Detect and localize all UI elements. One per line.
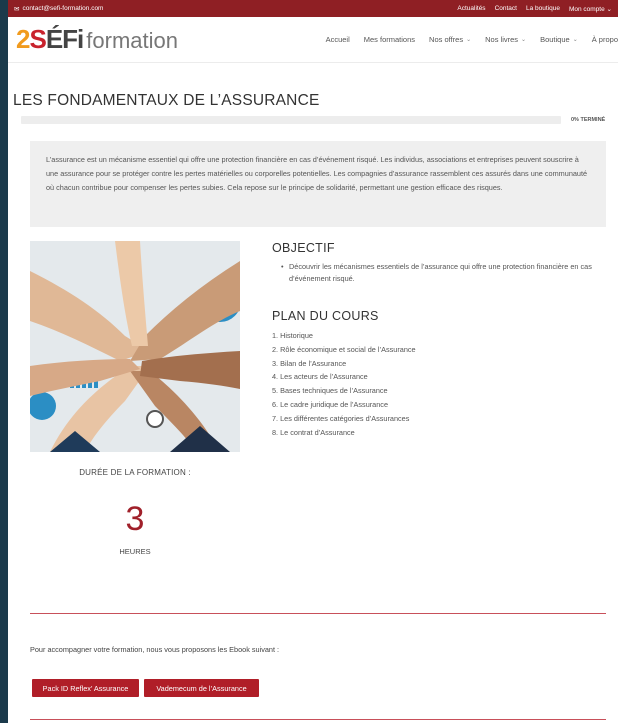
nav-accueil[interactable]: Accueil <box>326 35 350 44</box>
plan-item: 8. Le contrat d’Assurance <box>272 427 355 437</box>
logo-word: formation <box>86 28 178 53</box>
top-links: Actualités Contact La boutique Mon compt… <box>457 5 612 13</box>
logo-mark: 2SÉFi <box>16 24 84 55</box>
progress-track <box>21 115 561 124</box>
hands-together-image <box>30 241 240 452</box>
logo-mark-efi: ÉFi <box>45 24 84 54</box>
nav-nos-offres-label: Nos offres <box>429 35 464 44</box>
site-logo[interactable]: 2SÉFi formation <box>16 24 178 55</box>
chevron-down-icon: ⌄ <box>572 37 578 43</box>
ebook-button-vademecum[interactable]: Vademecum de l’Assurance <box>144 679 259 697</box>
chevron-down-icon: ⌄ <box>466 37 472 43</box>
page-title: LES FONDAMENTAUX DE L’ASSURANCE <box>13 92 320 109</box>
nav-boutique[interactable]: Boutique ⌄ <box>540 35 578 44</box>
logo-mark-2: 2 <box>16 24 31 54</box>
contact-email-link[interactable]: ✉ contact@sefi-formation.com <box>14 5 103 13</box>
plan-title: PLAN DU COURS <box>272 309 379 323</box>
nav-nos-livres[interactable]: Nos livres ⌄ <box>485 35 526 44</box>
divider <box>30 719 606 720</box>
duration-unit: HEURES <box>119 547 151 556</box>
intro-box: L’assurance est un mécanisme essentiel q… <box>30 141 606 227</box>
logo-mark-s: S <box>29 24 46 54</box>
plan-section: PLAN DU COURS 1. Historique 2. Rôle écon… <box>272 309 612 439</box>
chevron-down-icon: ⌄ <box>606 5 612 13</box>
ebook-intro: Pour accompagner votre formation, nous v… <box>30 645 280 654</box>
envelope-icon: ✉ <box>14 5 20 13</box>
top-link-mon-compte[interactable]: Mon compte ⌄ <box>569 5 612 13</box>
divider <box>30 613 606 614</box>
plan-item: 7. Les différentes catégories d’Assuranc… <box>272 413 410 423</box>
plan-item: 6. Le cadre juridique de l’Assurance <box>272 399 389 409</box>
contact-email[interactable]: contact@sefi-formation.com <box>22 5 103 12</box>
main-nav: Accueil Mes formations Nos offres ⌄ Nos l… <box>326 35 618 44</box>
duration-value: 3 <box>125 500 145 538</box>
course-progress: 0% TERMINÉ <box>13 115 615 124</box>
top-link-contact[interactable]: Contact <box>495 5 517 13</box>
objectif-title: OBJECTIF <box>272 241 335 255</box>
site-header: 2SÉFi formation Accueil Mes formations N… <box>8 17 618 63</box>
plan-item: 3. Bilan de l’Assurance <box>272 358 347 368</box>
nav-nos-offres[interactable]: Nos offres ⌄ <box>429 35 471 44</box>
duration-label: DURÉE DE LA FORMATION : <box>79 468 191 477</box>
nav-boutique-label: Boutique <box>540 35 570 44</box>
top-link-actualites[interactable]: Actualités <box>457 5 485 13</box>
course-details: OBJECTIF Découvrir les mécanismes essent… <box>272 241 612 439</box>
chevron-down-icon: ⌄ <box>521 37 527 43</box>
plan-item: 4. Les acteurs de l’Assurance <box>272 372 368 382</box>
top-bar: ✉ contact@sefi-formation.com Actualités … <box>8 0 618 17</box>
mon-compte-label: Mon compte <box>568 5 605 13</box>
objectif-item: Découvrir les mécanismes essentiels de l… <box>281 261 612 285</box>
objectif-list: Découvrir les mécanismes essentiels de l… <box>272 261 612 285</box>
nav-mes-formations[interactable]: Mes formations <box>364 35 415 44</box>
plan-item: 1. Historique <box>272 331 313 340</box>
nav-a-propos[interactable]: À propo <box>592 35 618 44</box>
progress-label: 0% TERMINÉ <box>571 116 606 123</box>
top-link-boutique[interactable]: La boutique <box>526 5 560 13</box>
nav-nos-livres-label: Nos livres <box>485 35 519 44</box>
ebook-button-pack-id-reflex[interactable]: Pack ID Reflex’ Assurance <box>32 679 139 697</box>
course-image <box>30 241 240 452</box>
plan-item: 5. Bases techniques de l’Assurance <box>272 386 388 396</box>
plan-item: 2. Rôle économique et social de l’Assura… <box>272 344 416 354</box>
page-frame: ✉ contact@sefi-formation.com Actualités … <box>8 0 618 723</box>
plan-list: 1. Historique 2. Rôle économique et soci… <box>272 329 612 439</box>
